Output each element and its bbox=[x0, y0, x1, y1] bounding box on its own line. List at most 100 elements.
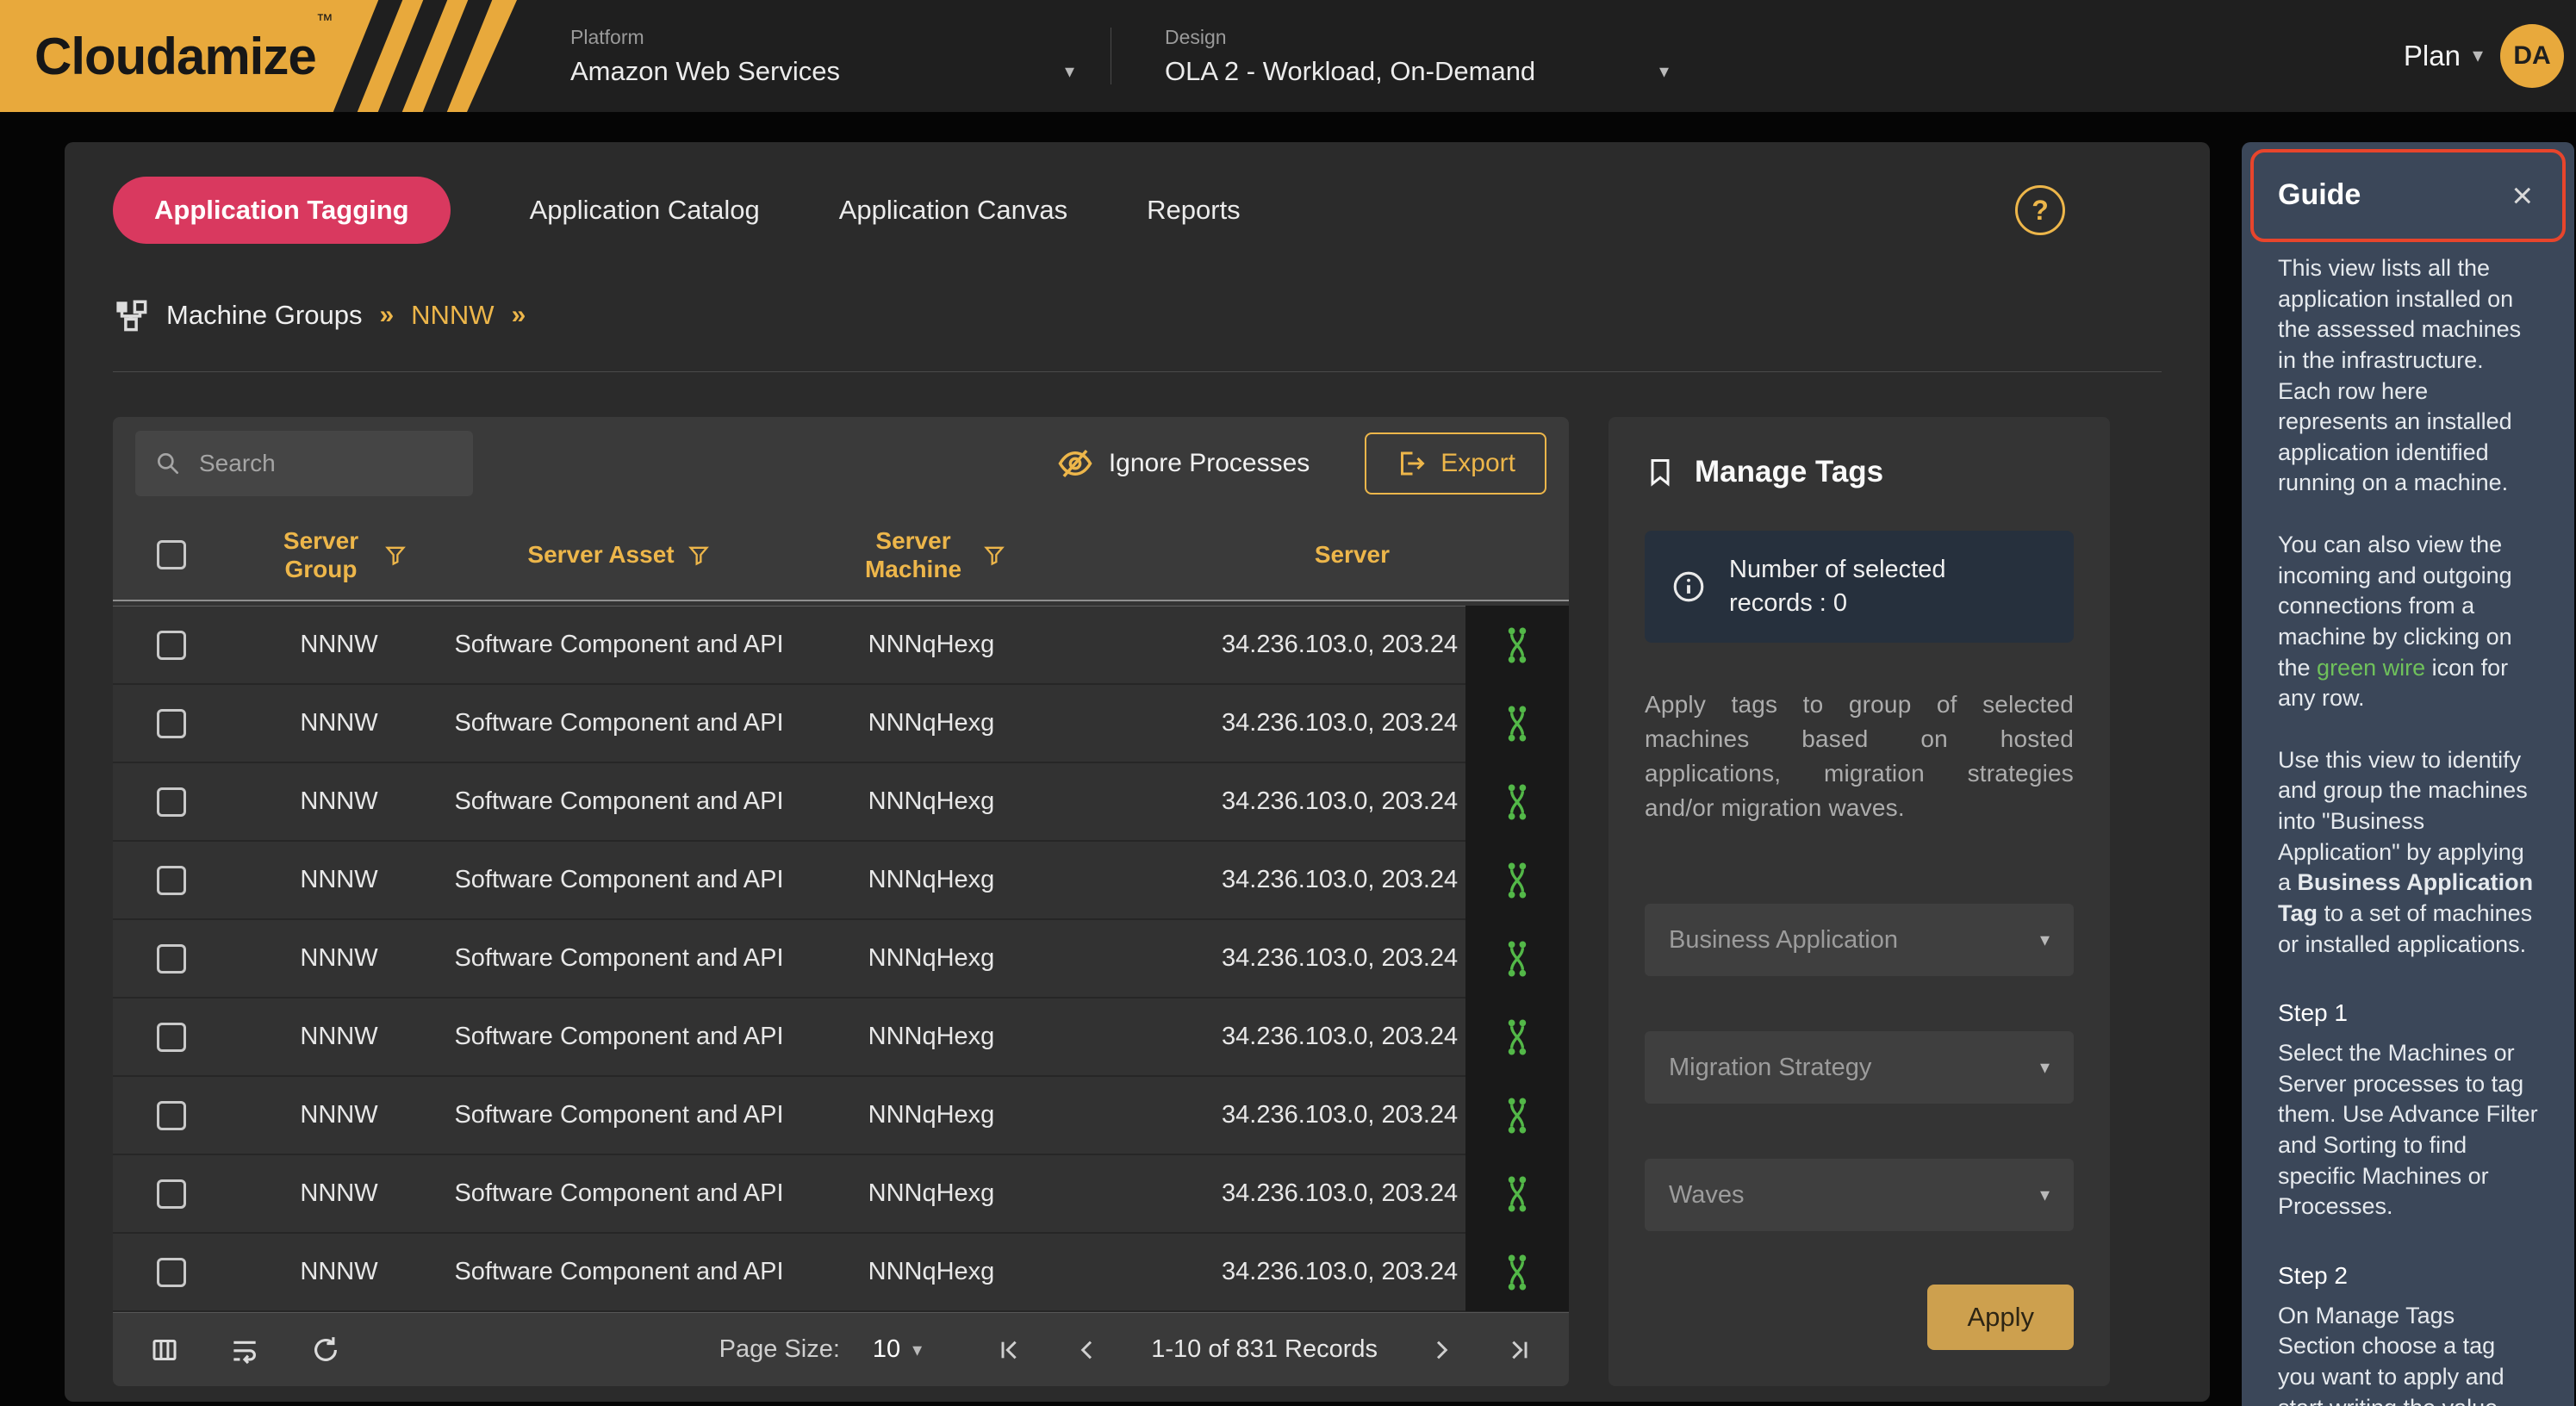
export-label: Export bbox=[1440, 449, 1515, 478]
wire-icon[interactable] bbox=[1503, 704, 1532, 743]
guide-paragraph: Use this view to identify and group the … bbox=[2278, 745, 2538, 960]
tab-application-catalog[interactable]: Application Catalog bbox=[530, 195, 760, 226]
guide-panel: Guide × This view lists all the applicat… bbox=[2242, 142, 2574, 1406]
plan-menu[interactable]: Plan ▾ bbox=[2404, 40, 2483, 72]
filter-icon[interactable] bbox=[687, 543, 711, 567]
row-checkbox[interactable] bbox=[157, 1258, 186, 1287]
guide-title: Guide bbox=[2278, 178, 2361, 212]
wire-icon[interactable] bbox=[1503, 1174, 1532, 1214]
design-select[interactable]: Design OLA 2 - Workload, On-Demand ▾ bbox=[1165, 26, 1669, 87]
wire-icon[interactable] bbox=[1503, 1253, 1532, 1292]
row-checkbox[interactable] bbox=[157, 1101, 186, 1130]
search-box bbox=[135, 431, 473, 496]
row-checkbox[interactable] bbox=[157, 787, 186, 817]
row-checkbox[interactable] bbox=[157, 709, 186, 738]
cell-server-group: NNNW bbox=[229, 1101, 449, 1129]
table-header-row: Server Group Server Asset Server Machine bbox=[113, 510, 1569, 600]
chevron-down-icon: ▾ bbox=[1659, 62, 1669, 81]
row-checkbox[interactable] bbox=[157, 1179, 186, 1209]
row-checkbox[interactable] bbox=[157, 1023, 186, 1052]
prev-page-icon[interactable] bbox=[1073, 1336, 1101, 1364]
machine-groups-icon bbox=[113, 297, 149, 333]
guide-step1-text: Select the Machines or Server processes … bbox=[2278, 1038, 2538, 1222]
chevron-down-icon: ▾ bbox=[1065, 62, 1074, 81]
tab-application-canvas[interactable]: Application Canvas bbox=[839, 195, 1067, 226]
logo-text: Cloudamize™ bbox=[34, 27, 333, 86]
cloudamize-logo[interactable]: Cloudamize™ bbox=[0, 0, 517, 112]
cell-server-group: NNNW bbox=[229, 866, 449, 894]
platform-select[interactable]: Platform Amazon Web Services ▾ bbox=[570, 26, 1074, 87]
business-application-select[interactable]: Business Application ▾ bbox=[1645, 904, 2074, 976]
cell-server-group: NNNW bbox=[229, 787, 449, 816]
cell-server-machine: NNNqHexg bbox=[789, 1101, 1073, 1129]
guide-header: Guide × bbox=[2242, 142, 2574, 243]
breadcrumb-separator: » bbox=[512, 301, 526, 330]
main-content-card: Application Tagging Application Catalog … bbox=[65, 142, 2210, 1402]
table-row: NNNW Software Component and API NNNqHexg… bbox=[113, 999, 1569, 1077]
row-checkbox[interactable] bbox=[157, 944, 186, 974]
logo-stripes-decoration bbox=[356, 0, 470, 112]
cell-server-ips: 34.236.103.0, 203.24 bbox=[1073, 1101, 1465, 1129]
filter-icon[interactable] bbox=[982, 543, 1006, 567]
column-header-server-machine: Server Machine bbox=[789, 526, 1073, 583]
table-footer: Page Size: 10 ▾ 1 bbox=[113, 1312, 1569, 1386]
manage-tags-panel: Manage Tags Number of selected records :… bbox=[1608, 417, 2110, 1386]
pagination: 1-10 of 831 Records bbox=[996, 1335, 1533, 1364]
page-size-label: Page Size: bbox=[719, 1335, 840, 1364]
table-toolbar: Ignore Processes Export bbox=[113, 417, 1569, 510]
ignore-processes-button[interactable]: Ignore Processes bbox=[1057, 445, 1310, 482]
page-size-select[interactable]: 10 ▾ bbox=[873, 1335, 922, 1364]
cell-server-ips: 34.236.103.0, 203.24 bbox=[1073, 1023, 1465, 1051]
select-all-checkbox[interactable] bbox=[157, 540, 186, 569]
wire-icon[interactable] bbox=[1503, 939, 1532, 979]
help-icon[interactable]: ? bbox=[2015, 185, 2065, 235]
refresh-icon[interactable] bbox=[309, 1334, 342, 1366]
export-button[interactable]: Export bbox=[1365, 432, 1546, 495]
connections-cell bbox=[1465, 998, 1569, 1076]
last-page-icon[interactable] bbox=[1505, 1336, 1533, 1364]
header-separator bbox=[113, 600, 1569, 607]
user-avatar[interactable]: DA bbox=[2500, 24, 2564, 88]
tab-reports[interactable]: Reports bbox=[1147, 195, 1241, 226]
search-input[interactable] bbox=[197, 449, 512, 478]
cell-server-asset: Software Component and API bbox=[449, 944, 789, 973]
filter-icon[interactable] bbox=[383, 543, 408, 567]
wire-icon[interactable] bbox=[1503, 625, 1532, 665]
column-header-server: Server bbox=[1073, 540, 1465, 569]
next-page-icon[interactable] bbox=[1428, 1336, 1455, 1364]
row-checkbox[interactable] bbox=[157, 866, 186, 895]
cell-server-group: NNNW bbox=[229, 709, 449, 737]
cell-server-asset: Software Component and API bbox=[449, 866, 789, 894]
columns-icon[interactable] bbox=[149, 1334, 180, 1366]
cell-server-asset: Software Component and API bbox=[449, 1258, 789, 1286]
wire-icon[interactable] bbox=[1503, 782, 1532, 822]
wire-icon[interactable] bbox=[1503, 1017, 1532, 1057]
cell-server-ips: 34.236.103.0, 203.24 bbox=[1073, 787, 1465, 816]
connections-cell bbox=[1465, 841, 1569, 919]
applications-table: Ignore Processes Export Server Group bbox=[113, 417, 1569, 1386]
table-row: NNNW Software Component and API NNNqHexg… bbox=[113, 607, 1569, 685]
waves-select[interactable]: Waves ▾ bbox=[1645, 1159, 2074, 1231]
table-row: NNNW Software Component and API NNNqHexg… bbox=[113, 1234, 1569, 1312]
tab-application-tagging[interactable]: Application Tagging bbox=[113, 177, 451, 244]
green-wire-text: green wire bbox=[2317, 655, 2425, 681]
cell-server-ips: 34.236.103.0, 203.24 bbox=[1073, 944, 1465, 973]
migration-strategy-select[interactable]: Migration Strategy ▾ bbox=[1645, 1031, 2074, 1104]
table-row: NNNW Software Component and API NNNqHexg… bbox=[113, 685, 1569, 763]
row-checkbox[interactable] bbox=[157, 631, 186, 660]
first-page-icon[interactable] bbox=[996, 1336, 1024, 1364]
wire-icon[interactable] bbox=[1503, 861, 1532, 900]
breadcrumb-machine-groups[interactable]: Machine Groups bbox=[166, 300, 362, 331]
wire-icon[interactable] bbox=[1503, 1096, 1532, 1135]
cell-server-machine: NNNqHexg bbox=[789, 1258, 1073, 1286]
close-icon[interactable]: × bbox=[2511, 183, 2533, 208]
wrap-text-icon[interactable] bbox=[228, 1334, 261, 1366]
apply-button[interactable]: Apply bbox=[1927, 1285, 2074, 1350]
top-header: Cloudamize™ Platform Amazon Web Services… bbox=[0, 0, 2576, 112]
design-label: Design bbox=[1165, 26, 1669, 49]
cell-server-asset: Software Component and API bbox=[449, 709, 789, 737]
cell-server-group: NNNW bbox=[229, 1179, 449, 1208]
section-divider bbox=[113, 371, 2162, 372]
breadcrumb-current-group[interactable]: NNNW bbox=[411, 300, 494, 331]
cell-server-group: NNNW bbox=[229, 631, 449, 659]
